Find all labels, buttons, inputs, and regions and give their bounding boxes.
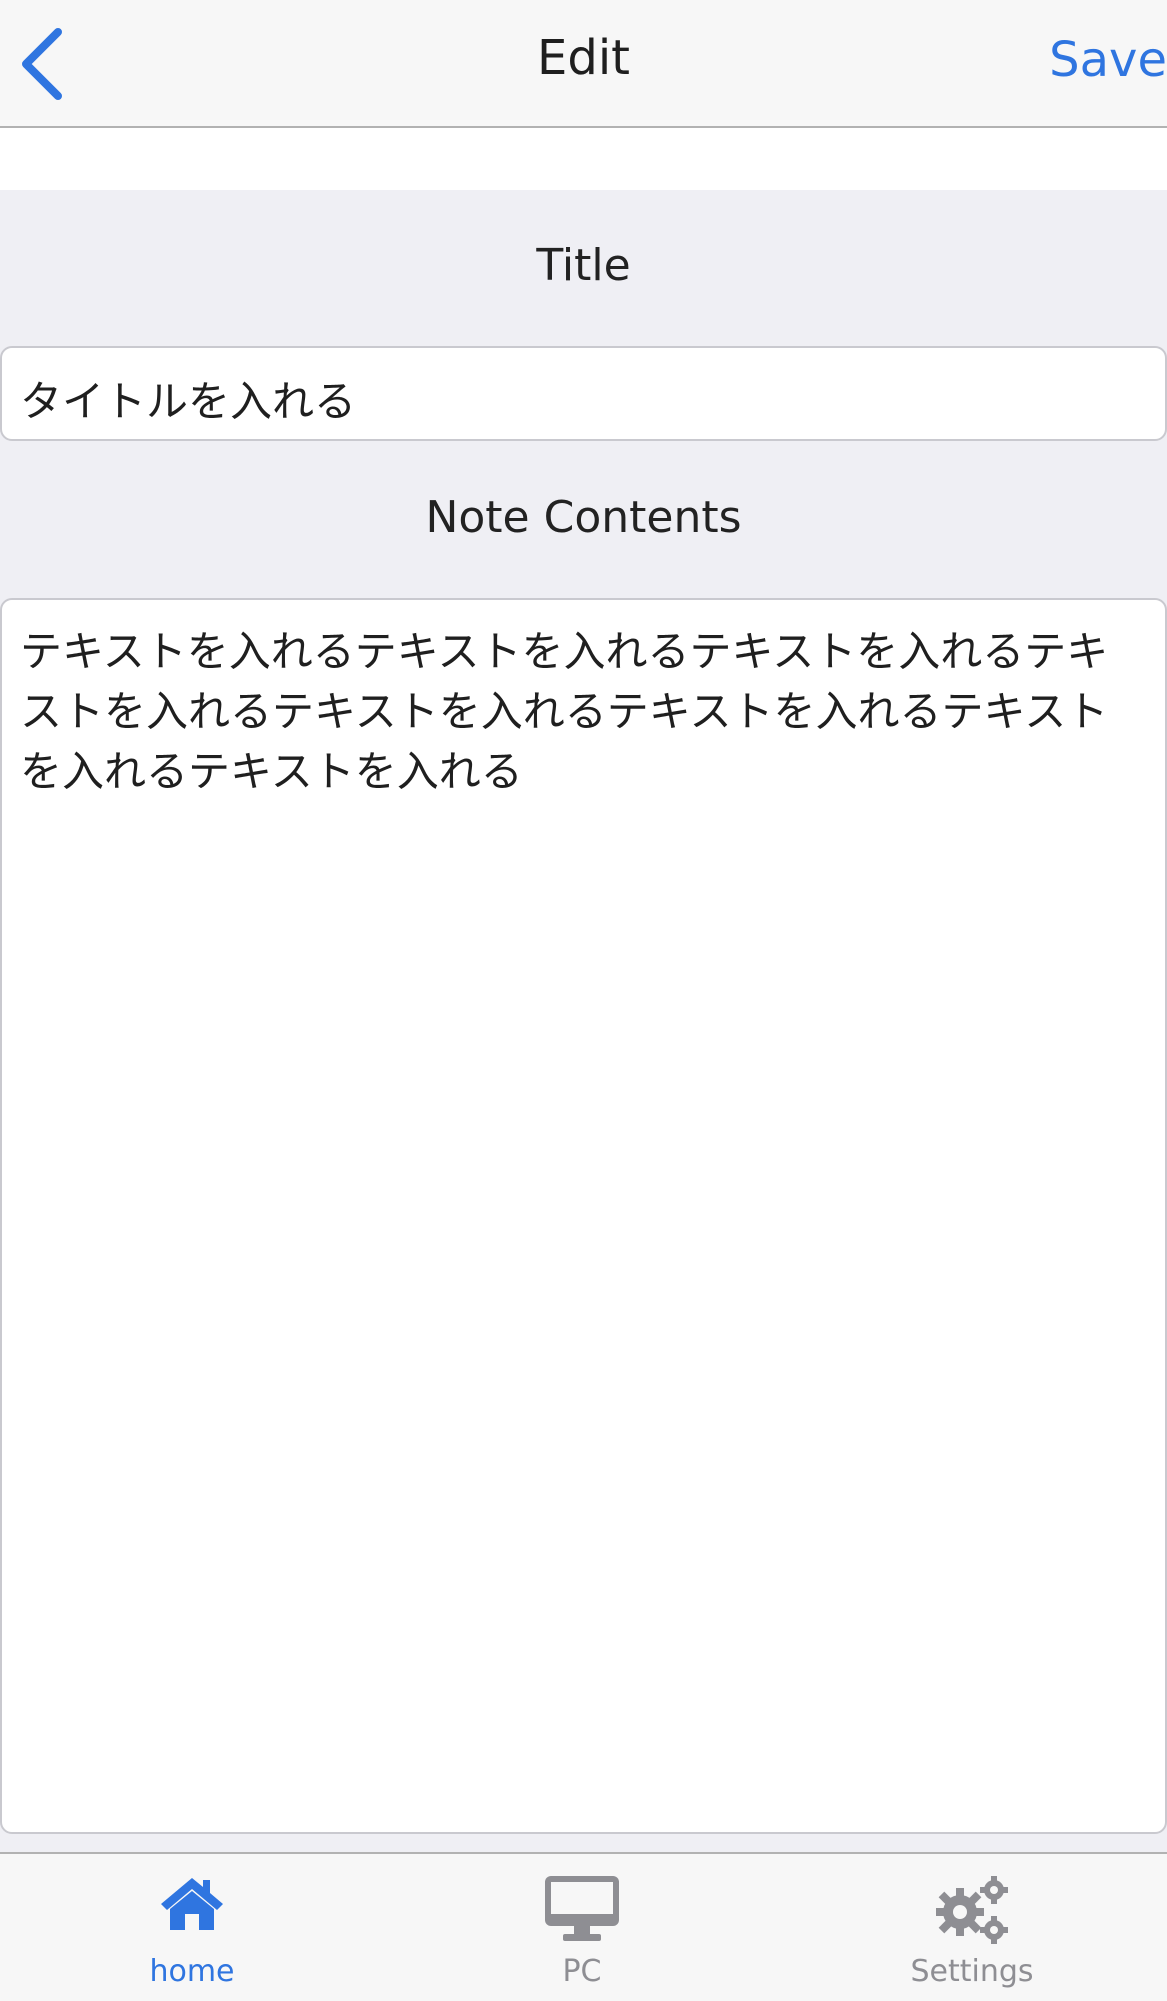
navigation-bar: Edit Save bbox=[0, 0, 1167, 128]
gears-icon bbox=[936, 1876, 1008, 1944]
edit-screen: Edit Save Title タイトルを入れる Note Contents テ… bbox=[0, 0, 1167, 2001]
header-spacer bbox=[0, 128, 1167, 190]
note-contents-textarea[interactable]: テキストを入れるテキストを入れるテキストを入れるテキストを入れるテキストを入れる… bbox=[0, 598, 1167, 1834]
desktop-icon bbox=[545, 1876, 619, 1941]
chevron-left-icon bbox=[22, 28, 62, 100]
tab-settings[interactable]: Settings bbox=[872, 1854, 1072, 2001]
back-button[interactable] bbox=[14, 26, 74, 102]
note-contents-label: Note Contents bbox=[425, 492, 742, 543]
save-button[interactable]: Save bbox=[1049, 32, 1167, 88]
tab-home[interactable]: home bbox=[92, 1854, 292, 2001]
tab-settings-label: Settings bbox=[910, 1954, 1034, 1989]
tab-home-label: home bbox=[149, 1954, 235, 1989]
house-icon bbox=[161, 1878, 223, 1930]
tab-pc[interactable]: PC bbox=[482, 1854, 682, 2001]
tab-pc-label: PC bbox=[562, 1954, 602, 1989]
title-input[interactable]: タイトルを入れる bbox=[0, 346, 1167, 441]
page-title: Edit bbox=[537, 30, 630, 86]
title-label: Title bbox=[536, 240, 631, 291]
tab-bar: home PC Settings bbox=[0, 1852, 1167, 2001]
